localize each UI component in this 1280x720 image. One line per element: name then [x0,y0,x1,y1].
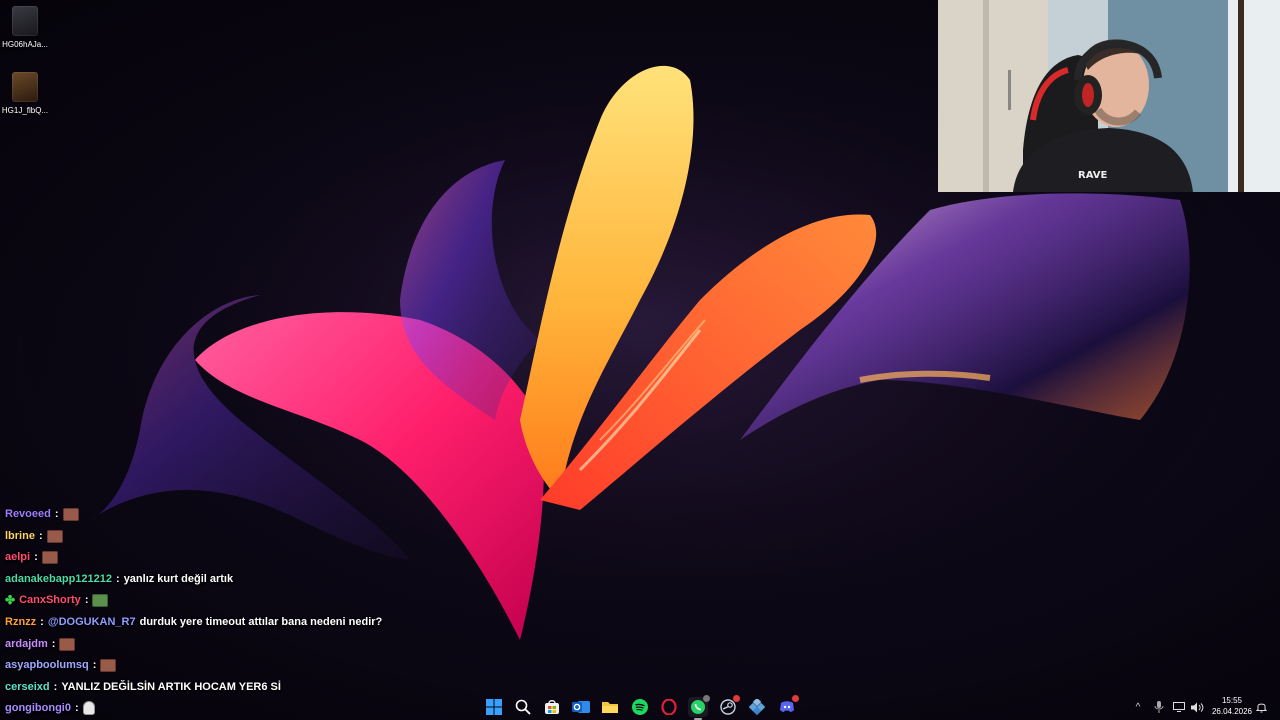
emote-icon [41,550,58,564]
notification-badge [703,695,710,702]
settings-app[interactable] [747,697,767,717]
system-clock[interactable]: 15:55 26.04.2026 [1206,695,1258,717]
clock-date: 26.04.2026 [1211,707,1253,716]
steam-app[interactable] [718,695,740,717]
show-hidden-icons-button[interactable]: ^ [1130,694,1146,720]
chat-username: Rznzz [5,616,37,628]
chat-username: adanakebapp121212 [5,573,113,585]
webcam-overlay: RAVE [938,0,1280,192]
opera-app[interactable] [659,697,679,717]
chat-message: Rznzz : @DOGUKAN_R7 durduk yere timeout … [5,612,382,632]
chat-separator: : [53,681,58,693]
microphone-indicator[interactable] [1151,694,1167,720]
microphone-icon [1154,701,1164,713]
desktop-icon-label: HG1J_flbQ... [1,106,49,115]
start-button[interactable] [484,697,504,717]
settings-grid-icon [749,699,765,715]
chat-separator: : [84,594,89,606]
file-explorer-app[interactable] [600,697,620,717]
desktop-icon-file-1[interactable]: HG06hAJa... [0,6,50,49]
network-button[interactable] [1171,694,1187,720]
emote-icon [100,658,117,672]
chat-message: asyapboolumsq : [5,655,117,675]
emote-icon [92,593,109,607]
subscriber-badge-icon: ✤ [5,593,16,607]
emote-icon [62,507,79,521]
notification-badge [792,695,799,702]
file-thumbnail-icon [12,72,38,102]
speaker-icon [1190,702,1203,712]
desktop-icon-file-2[interactable]: HG1J_flbQ... [0,72,50,115]
chat-username: ardajdm [5,638,48,650]
discord-app[interactable] [777,695,799,717]
chat-username: Revoeed [5,508,51,520]
search-button[interactable] [513,697,533,717]
chat-username: asyapboolumsq [5,659,89,671]
chat-text: durduk yere timeout attılar bana nedeni … [139,616,383,628]
chat-separator: : [40,616,44,628]
chat-message: aelpi : [5,547,58,567]
volume-button[interactable] [1189,694,1205,720]
chat-username: cerseixd [5,681,50,693]
stream-chat-overlay: Revoeed : lbrine : aelpi : adanakebapp12… [0,504,480,720]
chat-message: lbrine : [5,526,63,546]
chat-text: yanlız kurt değil artık [123,573,234,585]
chat-separator: : [92,659,97,671]
clock-time: 15:55 [1221,696,1243,705]
chat-separator: : [51,638,56,650]
network-monitor-icon [1173,702,1185,712]
emote-icon [46,529,63,543]
notification-badge [733,695,740,702]
spotify-app[interactable] [630,697,650,717]
chat-separator: : [38,530,43,542]
chat-separator: : [116,573,120,585]
chat-username: lbrine [5,530,35,542]
chat-text: YANLIZ DEĞİLSİN ARTIK HOCAM YER6 Sİ [61,681,281,693]
chat-separator: : [34,551,38,563]
chat-username: CanxShorty [19,594,81,606]
chevron-up-icon: ^ [1135,701,1141,713]
chat-message: ✤ CanxShorty : [5,590,109,610]
emote-icon [59,637,76,651]
file-thumbnail-icon [12,6,38,36]
folder-icon [602,702,618,713]
webcam-image: RAVE [938,0,1280,192]
spotify-icon [632,699,648,715]
chat-separator: : [54,508,59,520]
windows-logo-icon [486,699,502,715]
opera-icon [661,699,677,715]
chat-message: Revoeed : [5,504,79,524]
outlook-icon [572,701,590,713]
svg-text:RAVE: RAVE [1078,170,1108,181]
taskbar: ^ [0,694,1280,720]
chat-mention: @DOGUKAN_R7 [47,616,136,628]
search-icon [515,699,531,715]
store-app[interactable] [542,697,562,717]
chat-message: adanakebapp121212 : yanlız kurt değil ar… [5,569,233,589]
whatsapp-app[interactable] [688,695,710,720]
outlook-app[interactable] [571,697,591,717]
store-icon [545,700,559,714]
chat-message: ardajdm : [5,634,76,654]
chat-username: aelpi [5,551,31,563]
desktop-icon-label: HG06hAJa... [2,40,48,49]
